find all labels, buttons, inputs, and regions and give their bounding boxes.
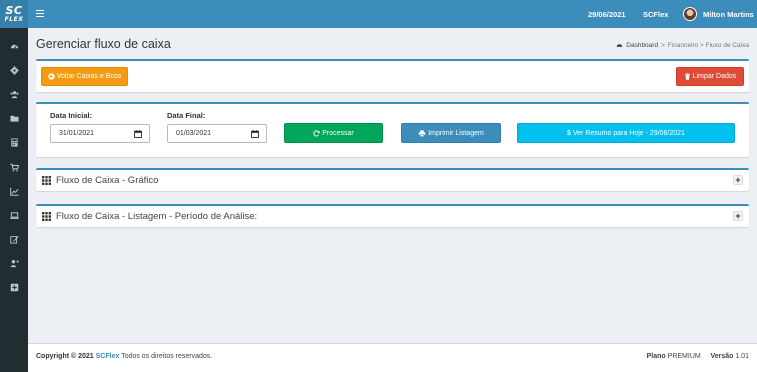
user-avatar[interactable] (683, 7, 697, 21)
edit-icon[interactable] (0, 228, 28, 252)
start-date-label: Data Inicial: (50, 111, 93, 120)
plan-value: PREMIUM (667, 353, 701, 360)
grid-icon (42, 176, 51, 185)
rights-text: Todos os direitos reservados. (121, 353, 213, 360)
version-value: 1.01 (735, 353, 749, 360)
cart-icon[interactable] (0, 155, 28, 179)
end-date-input[interactable]: 01/03/2021 (167, 124, 267, 143)
back-to-cash-button[interactable]: Voltar Caixas e Bcos (41, 67, 128, 86)
trash-icon (684, 73, 690, 80)
breadcrumb: Dashboard > Financeiro > Fluxo de Caixa (616, 42, 749, 49)
actions-box: Voltar Caixas e Bcos Limpar Dados (36, 59, 749, 92)
calendar-icon[interactable] (134, 130, 142, 138)
footer: Copyright © 2021 SCFlex Todos os direito… (28, 343, 757, 372)
expand-list-button[interactable]: + (733, 211, 743, 221)
footer-copyright: Copyright © 2021 SCFlex Todos os direito… (36, 353, 212, 360)
print-button-label: Imprimir Listagem (428, 129, 484, 137)
list-panel: Fluxo de Caixa - Listagem - Período de A… (36, 204, 749, 227)
expand-chart-button[interactable]: + (733, 175, 743, 185)
version-label: Versão (710, 353, 734, 360)
app-logo[interactable]: SC FLEX (0, 0, 28, 28)
summary-button-label: $ Ver Resumo para Hoje - 29/06/2021 (567, 129, 685, 137)
settings-icon[interactable] (0, 58, 28, 82)
app-name[interactable]: SCFlex (643, 10, 668, 19)
logo-text-bottom: FLEX (4, 15, 24, 23)
today-summary-button[interactable]: $ Ver Resumo para Hoje - 29/06/2021 (517, 123, 735, 143)
current-date: 29/06/2021 (588, 10, 626, 19)
print-icon (419, 129, 426, 137)
end-date-value: 01/03/2021 (176, 130, 212, 137)
dashboard-icon[interactable] (0, 34, 28, 58)
user-plus-icon[interactable] (0, 252, 28, 276)
calendar-icon[interactable] (251, 130, 259, 138)
plan-label: Plano (646, 353, 666, 360)
process-button[interactable]: Processar (284, 123, 383, 143)
clear-button-label: Limpar Dados (692, 73, 737, 80)
grid-icon (42, 212, 51, 221)
sidebar: SC FLEX (0, 0, 28, 372)
back-button-label: Voltar Caixas e Bcos (56, 73, 122, 80)
plus-square-icon[interactable] (0, 276, 28, 300)
process-button-label: Processar (322, 129, 354, 137)
users-icon[interactable] (0, 82, 28, 106)
footer-brand-link[interactable]: SCFlex (96, 353, 120, 360)
chart-panel-title: Fluxo de Caixa - Gráfico (56, 175, 159, 186)
folder-icon[interactable] (0, 107, 28, 131)
breadcrumb-separator: > (661, 42, 665, 49)
menu-toggle-icon[interactable] (36, 10, 44, 18)
laptop-icon[interactable] (0, 203, 28, 227)
arrow-circle-left-icon (48, 73, 55, 80)
filters-box: Data Inicial: 31/01/2021 Data Final: 01/… (36, 102, 749, 157)
user-name[interactable]: Milton Martins (703, 10, 754, 19)
breadcrumb-home[interactable]: Dashboard (626, 42, 658, 49)
calculator-icon[interactable] (0, 131, 28, 155)
page-title: Gerenciar fluxo de caixa (36, 37, 171, 51)
end-date-label: Data Final: (167, 111, 206, 120)
footer-plan-version: Plano PREMIUM Versão 1.01 (647, 353, 749, 360)
chart-panel: Fluxo de Caixa - Gráfico + (36, 168, 749, 191)
chart-icon[interactable] (0, 179, 28, 203)
dashboard-icon (616, 44, 623, 47)
copyright-text: Copyright © 2021 (36, 353, 94, 360)
list-panel-title: Fluxo de Caixa - Listagem - Período de A… (56, 211, 258, 222)
print-list-button[interactable]: Imprimir Listagem (401, 123, 501, 143)
logo-text-top: SC (5, 3, 23, 17)
breadcrumb-trail: Financeiro > Fluxo de Caixa (667, 42, 749, 49)
top-navbar: 29/06/2021 SCFlex Milton Martins (28, 0, 757, 28)
refresh-icon (313, 129, 320, 137)
clear-data-button[interactable]: Limpar Dados (676, 67, 744, 86)
start-date-value: 31/01/2021 (59, 130, 95, 137)
start-date-input[interactable]: 31/01/2021 (50, 124, 150, 143)
